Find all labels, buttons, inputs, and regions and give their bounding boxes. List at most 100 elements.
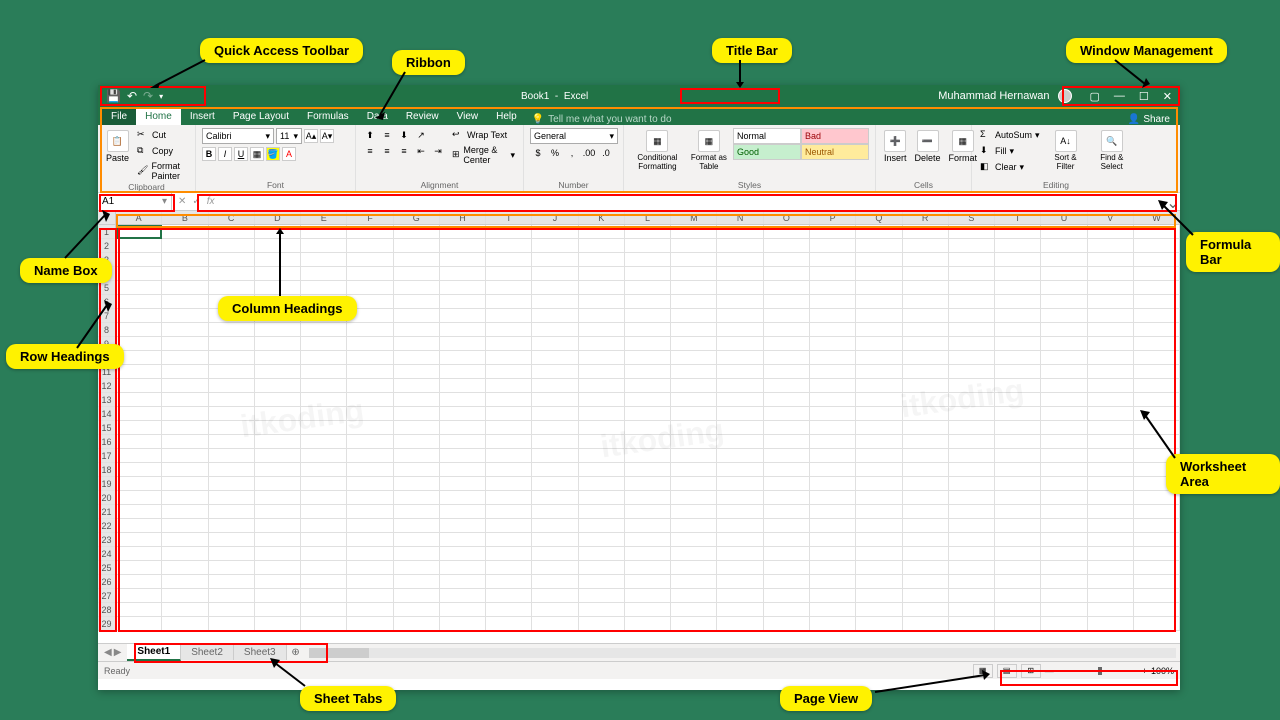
cell[interactable] xyxy=(394,463,440,476)
cell[interactable] xyxy=(532,267,578,280)
cell[interactable] xyxy=(671,225,717,238)
cell[interactable] xyxy=(903,281,949,294)
cell[interactable] xyxy=(903,505,949,518)
cell[interactable] xyxy=(625,435,671,448)
cell[interactable] xyxy=(440,309,486,322)
cell[interactable] xyxy=(625,323,671,336)
cell[interactable] xyxy=(579,449,625,462)
cell[interactable] xyxy=(209,239,255,252)
row-head[interactable]: 22 xyxy=(98,519,116,533)
cell[interactable] xyxy=(1041,225,1087,238)
close-icon[interactable]: ✕ xyxy=(1163,90,1172,103)
cell[interactable] xyxy=(1041,337,1087,350)
clear-button[interactable]: ◧Clear ▾ xyxy=(978,160,1042,174)
formula-bar[interactable] xyxy=(221,193,1166,210)
cell[interactable] xyxy=(579,407,625,420)
cell[interactable] xyxy=(671,295,717,308)
cell[interactable] xyxy=(810,309,856,322)
increase-font-button[interactable]: A▴ xyxy=(304,129,318,143)
wrap-text-button[interactable]: ↩Wrap Text xyxy=(450,128,517,142)
cell[interactable] xyxy=(347,491,393,504)
cell[interactable] xyxy=(1134,519,1180,532)
cell[interactable] xyxy=(579,421,625,434)
cell[interactable] xyxy=(856,351,902,364)
cell[interactable] xyxy=(440,533,486,546)
col-head[interactable]: U xyxy=(1041,211,1087,224)
delete-cells-button[interactable]: ➖Delete xyxy=(913,128,943,165)
cell[interactable] xyxy=(486,281,532,294)
cell[interactable] xyxy=(764,547,810,560)
cell[interactable] xyxy=(394,337,440,350)
col-head[interactable]: J xyxy=(532,211,578,224)
cell[interactable] xyxy=(486,407,532,420)
cell[interactable] xyxy=(347,589,393,602)
cut-button[interactable]: ✂Cut xyxy=(135,128,189,142)
cell[interactable] xyxy=(995,379,1041,392)
fx-icon[interactable]: fx xyxy=(207,196,215,207)
cell[interactable] xyxy=(347,603,393,616)
cell[interactable] xyxy=(162,337,208,350)
cell[interactable] xyxy=(301,477,347,490)
cell[interactable] xyxy=(162,533,208,546)
cell[interactable] xyxy=(949,253,995,266)
cell[interactable] xyxy=(532,589,578,602)
comma-button[interactable]: , xyxy=(564,146,580,160)
cell[interactable] xyxy=(903,267,949,280)
cell[interactable] xyxy=(162,519,208,532)
cell[interactable] xyxy=(856,421,902,434)
cell[interactable] xyxy=(1041,505,1087,518)
cell[interactable] xyxy=(949,505,995,518)
increase-indent-button[interactable]: ⇥ xyxy=(430,144,446,158)
cell[interactable] xyxy=(1088,547,1134,560)
cell[interactable] xyxy=(625,309,671,322)
cell[interactable] xyxy=(625,491,671,504)
cell[interactable] xyxy=(394,365,440,378)
cell[interactable] xyxy=(1134,267,1180,280)
row-head[interactable]: 20 xyxy=(98,491,116,505)
tab-home[interactable]: Home xyxy=(136,108,181,125)
cell[interactable] xyxy=(903,407,949,420)
col-head[interactable]: O xyxy=(764,211,810,224)
cell[interactable] xyxy=(810,365,856,378)
cell[interactable] xyxy=(116,407,162,420)
cell[interactable] xyxy=(856,491,902,504)
cell[interactable] xyxy=(301,463,347,476)
cell[interactable] xyxy=(764,603,810,616)
cell[interactable] xyxy=(810,225,856,238)
cell[interactable] xyxy=(625,225,671,238)
cell[interactable] xyxy=(949,603,995,616)
cell[interactable] xyxy=(162,351,208,364)
cell[interactable] xyxy=(671,547,717,560)
cell[interactable] xyxy=(1041,491,1087,504)
user-avatar-icon[interactable] xyxy=(1058,89,1072,103)
align-center-button[interactable]: ≡ xyxy=(379,144,395,158)
cell[interactable] xyxy=(209,533,255,546)
row-head[interactable]: 21 xyxy=(98,505,116,519)
cell[interactable] xyxy=(347,393,393,406)
cell[interactable] xyxy=(856,407,902,420)
cell[interactable] xyxy=(717,393,763,406)
cell[interactable] xyxy=(671,519,717,532)
cell[interactable] xyxy=(764,337,810,350)
name-box[interactable]: A1▾ xyxy=(98,193,172,210)
cell[interactable] xyxy=(625,477,671,490)
cell[interactable] xyxy=(579,239,625,252)
cell[interactable] xyxy=(532,463,578,476)
sheet-tab-1[interactable]: Sheet1 xyxy=(127,644,181,661)
cell[interactable] xyxy=(717,547,763,560)
cell[interactable] xyxy=(347,561,393,574)
cell[interactable] xyxy=(671,337,717,350)
cell[interactable] xyxy=(162,603,208,616)
cell[interactable] xyxy=(440,463,486,476)
cell[interactable] xyxy=(625,589,671,602)
cell[interactable] xyxy=(856,561,902,574)
cell[interactable] xyxy=(810,603,856,616)
cell[interactable] xyxy=(301,519,347,532)
cell[interactable] xyxy=(1134,379,1180,392)
col-head[interactable]: R xyxy=(903,211,949,224)
cell[interactable] xyxy=(486,309,532,322)
cell[interactable] xyxy=(532,533,578,546)
row-head[interactable]: 23 xyxy=(98,533,116,547)
cell[interactable] xyxy=(579,225,625,238)
col-head[interactable]: N xyxy=(717,211,763,224)
